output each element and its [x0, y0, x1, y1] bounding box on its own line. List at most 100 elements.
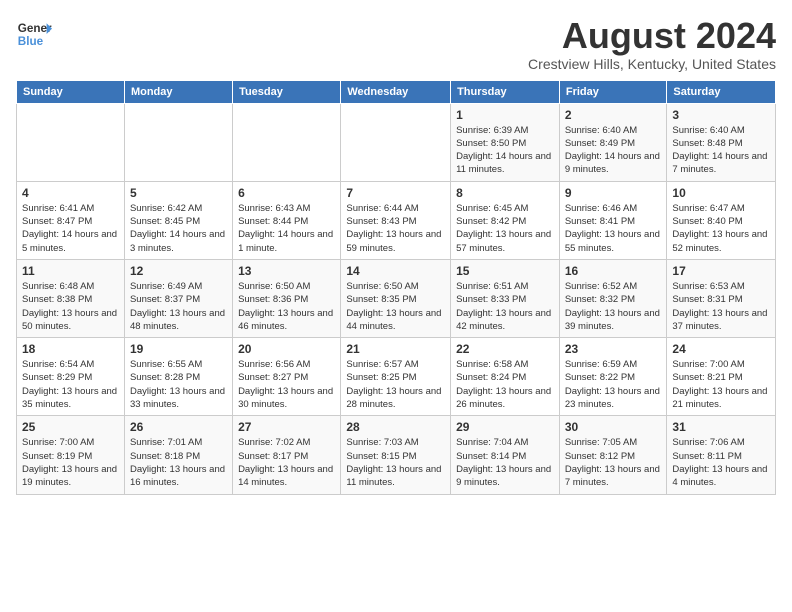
- calendar-cell: 24 Sunrise: 7:00 AM Sunset: 8:21 PM Dayli…: [667, 338, 776, 416]
- calendar-cell: [17, 103, 125, 181]
- calendar-cell: 5 Sunrise: 6:42 AM Sunset: 8:45 PM Daylig…: [124, 181, 232, 259]
- calendar-cell: 10 Sunrise: 6:47 AM Sunset: 8:40 PM Dayli…: [667, 181, 776, 259]
- day-number: 14: [346, 264, 445, 278]
- day-number: 20: [238, 342, 335, 356]
- calendar-cell: 27Sunrise: 7:02 AM Sunset: 8:17 PM Dayli…: [233, 416, 341, 494]
- day-header-friday: Friday: [559, 80, 667, 103]
- day-info: Sunrise: 6:43 AM Sunset: 8:44 PM Dayligh…: [238, 202, 335, 255]
- day-info: Sunrise: 6:47 AM Sunset: 8:40 PM Dayligh…: [672, 202, 770, 255]
- day-info: Sunrise: 6:48 AM Sunset: 8:38 PM Dayligh…: [22, 280, 119, 333]
- day-number: 25: [22, 420, 119, 434]
- day-info: Sunrise: 6:40 AM Sunset: 8:48 PM Dayligh…: [672, 124, 770, 177]
- calendar-cell: 25Sunrise: 7:00 AM Sunset: 8:19 PM Dayli…: [17, 416, 125, 494]
- month-title: August 2024: [528, 16, 776, 56]
- day-info: Sunrise: 6:44 AM Sunset: 8:43 PM Dayligh…: [346, 202, 445, 255]
- day-info: Sunrise: 6:40 AM Sunset: 8:49 PM Dayligh…: [565, 124, 662, 177]
- calendar-table: SundayMondayTuesdayWednesdayThursdayFrid…: [16, 80, 776, 495]
- week-row-1: 4 Sunrise: 6:41 AM Sunset: 8:47 PM Daylig…: [17, 181, 776, 259]
- day-number: 16: [565, 264, 662, 278]
- week-row-2: 11 Sunrise: 6:48 AM Sunset: 8:38 PM Dayli…: [17, 259, 776, 337]
- page-header: General Blue August 2024 Crestview Hills…: [16, 16, 776, 72]
- day-info: Sunrise: 6:55 AM Sunset: 8:28 PM Dayligh…: [130, 358, 227, 411]
- calendar-cell: 9Sunrise: 6:46 AM Sunset: 8:41 PM Daylig…: [559, 181, 667, 259]
- logo-icon: General Blue: [16, 16, 52, 52]
- calendar-cell: 13 Sunrise: 6:50 AM Sunset: 8:36 PM Dayli…: [233, 259, 341, 337]
- week-row-0: 1Sunrise: 6:39 AM Sunset: 8:50 PM Daylig…: [17, 103, 776, 181]
- day-number: 7: [346, 186, 445, 200]
- day-info: Sunrise: 7:05 AM Sunset: 8:12 PM Dayligh…: [565, 436, 662, 489]
- day-number: 28: [346, 420, 445, 434]
- day-info: Sunrise: 6:39 AM Sunset: 8:50 PM Dayligh…: [456, 124, 554, 177]
- calendar-cell: 4 Sunrise: 6:41 AM Sunset: 8:47 PM Daylig…: [17, 181, 125, 259]
- calendar-cell: 21Sunrise: 6:57 AM Sunset: 8:25 PM Dayli…: [341, 338, 451, 416]
- calendar-cell: [233, 103, 341, 181]
- day-number: 31: [672, 420, 770, 434]
- day-info: Sunrise: 6:52 AM Sunset: 8:32 PM Dayligh…: [565, 280, 662, 333]
- day-info: Sunrise: 7:04 AM Sunset: 8:14 PM Dayligh…: [456, 436, 554, 489]
- day-number: 30: [565, 420, 662, 434]
- calendar-cell: 29 Sunrise: 7:04 AM Sunset: 8:14 PM Dayli…: [451, 416, 560, 494]
- calendar-cell: 30 Sunrise: 7:05 AM Sunset: 8:12 PM Dayli…: [559, 416, 667, 494]
- day-number: 9: [565, 186, 662, 200]
- day-number: 29: [456, 420, 554, 434]
- day-info: Sunrise: 6:49 AM Sunset: 8:37 PM Dayligh…: [130, 280, 227, 333]
- day-number: 5: [130, 186, 227, 200]
- day-number: 6: [238, 186, 335, 200]
- day-info: Sunrise: 7:03 AM Sunset: 8:15 PM Dayligh…: [346, 436, 445, 489]
- calendar-cell: 8Sunrise: 6:45 AM Sunset: 8:42 PM Daylig…: [451, 181, 560, 259]
- day-info: Sunrise: 6:54 AM Sunset: 8:29 PM Dayligh…: [22, 358, 119, 411]
- calendar-cell: 3Sunrise: 6:40 AM Sunset: 8:48 PM Daylig…: [667, 103, 776, 181]
- day-info: Sunrise: 6:53 AM Sunset: 8:31 PM Dayligh…: [672, 280, 770, 333]
- day-info: Sunrise: 6:50 AM Sunset: 8:36 PM Dayligh…: [238, 280, 335, 333]
- day-number: 13: [238, 264, 335, 278]
- day-header-thursday: Thursday: [451, 80, 560, 103]
- day-number: 26: [130, 420, 227, 434]
- calendar-cell: 14 Sunrise: 6:50 AM Sunset: 8:35 PM Dayli…: [341, 259, 451, 337]
- day-header-monday: Monday: [124, 80, 232, 103]
- day-header-wednesday: Wednesday: [341, 80, 451, 103]
- day-number: 17: [672, 264, 770, 278]
- day-info: Sunrise: 7:01 AM Sunset: 8:18 PM Dayligh…: [130, 436, 227, 489]
- calendar-cell: 17 Sunrise: 6:53 AM Sunset: 8:31 PM Dayli…: [667, 259, 776, 337]
- day-number: 2: [565, 108, 662, 122]
- calendar-cell: [341, 103, 451, 181]
- day-info: Sunrise: 6:42 AM Sunset: 8:45 PM Dayligh…: [130, 202, 227, 255]
- calendar-cell: 26 Sunrise: 7:01 AM Sunset: 8:18 PM Dayli…: [124, 416, 232, 494]
- calendar-cell: 6 Sunrise: 6:43 AM Sunset: 8:44 PM Daylig…: [233, 181, 341, 259]
- day-header-tuesday: Tuesday: [233, 80, 341, 103]
- day-info: Sunrise: 6:45 AM Sunset: 8:42 PM Dayligh…: [456, 202, 554, 255]
- day-info: Sunrise: 6:59 AM Sunset: 8:22 PM Dayligh…: [565, 358, 662, 411]
- day-info: Sunrise: 6:41 AM Sunset: 8:47 PM Dayligh…: [22, 202, 119, 255]
- day-number: 19: [130, 342, 227, 356]
- day-number: 21: [346, 342, 445, 356]
- calendar-cell: 19 Sunrise: 6:55 AM Sunset: 8:28 PM Dayli…: [124, 338, 232, 416]
- day-number: 4: [22, 186, 119, 200]
- day-info: Sunrise: 6:51 AM Sunset: 8:33 PM Dayligh…: [456, 280, 554, 333]
- calendar-cell: 20 Sunrise: 6:56 AM Sunset: 8:27 PM Dayli…: [233, 338, 341, 416]
- calendar-cell: 28 Sunrise: 7:03 AM Sunset: 8:15 PM Dayli…: [341, 416, 451, 494]
- day-info: Sunrise: 6:56 AM Sunset: 8:27 PM Dayligh…: [238, 358, 335, 411]
- day-number: 22: [456, 342, 554, 356]
- day-info: Sunrise: 7:00 AM Sunset: 8:21 PM Dayligh…: [672, 358, 770, 411]
- logo: General Blue: [16, 16, 52, 52]
- calendar-cell: 11 Sunrise: 6:48 AM Sunset: 8:38 PM Dayli…: [17, 259, 125, 337]
- day-number: 24: [672, 342, 770, 356]
- calendar-cell: [124, 103, 232, 181]
- day-number: 27: [238, 420, 335, 434]
- svg-text:Blue: Blue: [18, 35, 44, 48]
- day-number: 23: [565, 342, 662, 356]
- day-number: 10: [672, 186, 770, 200]
- calendar-cell: 18 Sunrise: 6:54 AM Sunset: 8:29 PM Dayli…: [17, 338, 125, 416]
- location: Crestview Hills, Kentucky, United States: [528, 56, 776, 72]
- title-block: August 2024 Crestview Hills, Kentucky, U…: [528, 16, 776, 72]
- day-number: 11: [22, 264, 119, 278]
- day-number: 18: [22, 342, 119, 356]
- day-header-sunday: Sunday: [17, 80, 125, 103]
- day-info: Sunrise: 7:06 AM Sunset: 8:11 PM Dayligh…: [672, 436, 770, 489]
- calendar-cell: 22Sunrise: 6:58 AM Sunset: 8:24 PM Dayli…: [451, 338, 560, 416]
- week-row-4: 25Sunrise: 7:00 AM Sunset: 8:19 PM Dayli…: [17, 416, 776, 494]
- day-info: Sunrise: 6:50 AM Sunset: 8:35 PM Dayligh…: [346, 280, 445, 333]
- calendar-cell: 2 Sunrise: 6:40 AM Sunset: 8:49 PM Daylig…: [559, 103, 667, 181]
- calendar-cell: 31 Sunrise: 7:06 AM Sunset: 8:11 PM Dayli…: [667, 416, 776, 494]
- calendar-cell: 1Sunrise: 6:39 AM Sunset: 8:50 PM Daylig…: [451, 103, 560, 181]
